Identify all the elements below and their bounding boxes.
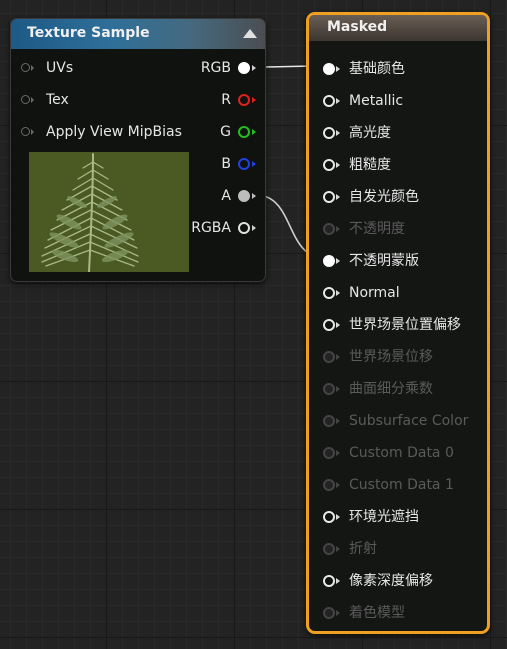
- collapse-arrow-icon[interactable]: [243, 29, 257, 38]
- pin-label: 粗糙度: [349, 157, 391, 173]
- pin-label: 像素深度偏移: [349, 573, 433, 589]
- texture-sample-header[interactable]: Texture Sample: [11, 19, 265, 49]
- pin-circle-icon[interactable]: [323, 575, 335, 587]
- output-pin-g[interactable]: G: [137, 121, 257, 143]
- pin-circle-icon[interactable]: [323, 127, 335, 139]
- pin-label: 折射: [349, 541, 377, 557]
- pin-label: G: [220, 124, 231, 140]
- pin-label: 自发光颜色: [349, 189, 419, 205]
- node-title: Masked: [327, 19, 388, 35]
- pin-label: B: [221, 156, 231, 172]
- fern-leaf-icon: [29, 152, 189, 272]
- pin-circle-icon: [323, 415, 335, 427]
- pin-label: 曲面细分乘数: [349, 381, 433, 397]
- output-pin-r[interactable]: R: [137, 89, 257, 111]
- texture-preview: [29, 152, 189, 272]
- pin-circle-icon[interactable]: [21, 63, 30, 72]
- masked-header[interactable]: Masked: [309, 15, 487, 41]
- pin-label: Custom Data 1: [349, 477, 454, 493]
- pin-arrow-icon: [336, 450, 340, 456]
- pin-label: 基础颜色: [349, 61, 405, 77]
- pin-arrow-icon: [336, 194, 340, 200]
- pin-arrow-icon: [336, 482, 340, 488]
- pin-arrow-icon: [336, 610, 340, 616]
- pin-arrow-icon: [252, 97, 256, 103]
- pin-arrow-icon: [31, 97, 34, 103]
- pin-circle-icon: [323, 223, 335, 235]
- pin-circle-icon[interactable]: [21, 127, 30, 136]
- texture-sample-node[interactable]: Texture Sample UVs Tex Apply View MipBia…: [10, 18, 266, 282]
- pin-arrow-icon: [336, 290, 340, 296]
- pin-circle-icon[interactable]: [323, 511, 335, 523]
- pin-circle-icon: [323, 383, 335, 395]
- pin-label: Subsurface Color: [349, 413, 469, 429]
- pin-arrow-icon: [252, 193, 256, 199]
- pin-arrow-icon: [336, 258, 340, 264]
- pin-arrow-icon: [252, 65, 256, 71]
- pin-circle-icon[interactable]: [238, 190, 250, 202]
- pin-circle-icon[interactable]: [21, 95, 30, 104]
- pin-label: Metallic: [349, 93, 404, 109]
- pin-arrow-icon: [252, 161, 256, 167]
- pin-circle-icon[interactable]: [323, 255, 335, 267]
- pin-label: Custom Data 0: [349, 445, 454, 461]
- pin-circle-icon[interactable]: [238, 94, 250, 106]
- pin-arrow-icon: [31, 65, 34, 71]
- output-pin-rgb[interactable]: RGB: [137, 57, 257, 79]
- pin-arrow-icon: [336, 226, 340, 232]
- pin-label: 高光度: [349, 125, 391, 141]
- pin-label: A: [221, 188, 231, 204]
- pin-arrow-icon: [336, 130, 340, 136]
- pin-circle-icon[interactable]: [238, 158, 250, 170]
- pin-label: RGB: [200, 60, 231, 76]
- pin-arrow-icon: [336, 514, 340, 520]
- pin-circle-icon: [323, 479, 335, 491]
- pin-arrow-icon: [252, 129, 256, 135]
- pin-arrow-icon: [336, 354, 340, 360]
- pin-label: UVs: [46, 60, 74, 76]
- material-output-node[interactable]: Masked 基础颜色 Metallic 高光度粗糙度自发光颜色不透明度不透明蒙版 N…: [306, 12, 490, 634]
- pin-circle-icon: [323, 447, 335, 459]
- pin-label: R: [221, 92, 231, 108]
- pin-arrow-icon: [31, 129, 34, 135]
- pin-circle-icon[interactable]: [323, 319, 335, 331]
- pin-arrow-icon: [336, 546, 340, 552]
- pin-label: 世界场景位移: [349, 349, 433, 365]
- pin-arrow-icon: [252, 225, 256, 231]
- pin-label: 世界场景位置偏移: [349, 317, 461, 333]
- pin-label: 环境光遮挡: [349, 509, 419, 525]
- pin-circle-icon: [323, 543, 335, 555]
- pin-label: Tex: [46, 92, 69, 108]
- node-title: Texture Sample: [27, 25, 150, 41]
- pin-circle-icon[interactable]: [323, 63, 335, 75]
- pin-circle-icon[interactable]: [323, 287, 335, 299]
- pin-arrow-icon: [336, 162, 340, 168]
- pin-circle-icon[interactable]: [323, 95, 335, 107]
- pin-label: Normal: [349, 285, 400, 301]
- pin-label: 着色模型: [349, 605, 405, 621]
- pin-arrow-icon: [336, 578, 340, 584]
- pin-circle-icon[interactable]: [323, 191, 335, 203]
- pin-label: 不透明度: [349, 221, 405, 237]
- pin-arrow-icon: [336, 386, 340, 392]
- pin-label: 不透明蒙版: [349, 253, 419, 269]
- pin-circle-icon[interactable]: [238, 62, 250, 74]
- pin-circle-icon[interactable]: [323, 159, 335, 171]
- pin-circle-icon[interactable]: [238, 126, 250, 138]
- pin-circle-icon: [323, 607, 335, 619]
- pin-arrow-icon: [336, 322, 340, 328]
- pin-arrow-icon: [336, 98, 340, 104]
- pin-arrow-icon: [336, 66, 340, 72]
- pin-arrow-icon: [336, 418, 340, 424]
- pin-circle-icon[interactable]: [238, 222, 250, 234]
- pin-label: RGBA: [191, 220, 231, 236]
- pin-circle-icon: [323, 351, 335, 363]
